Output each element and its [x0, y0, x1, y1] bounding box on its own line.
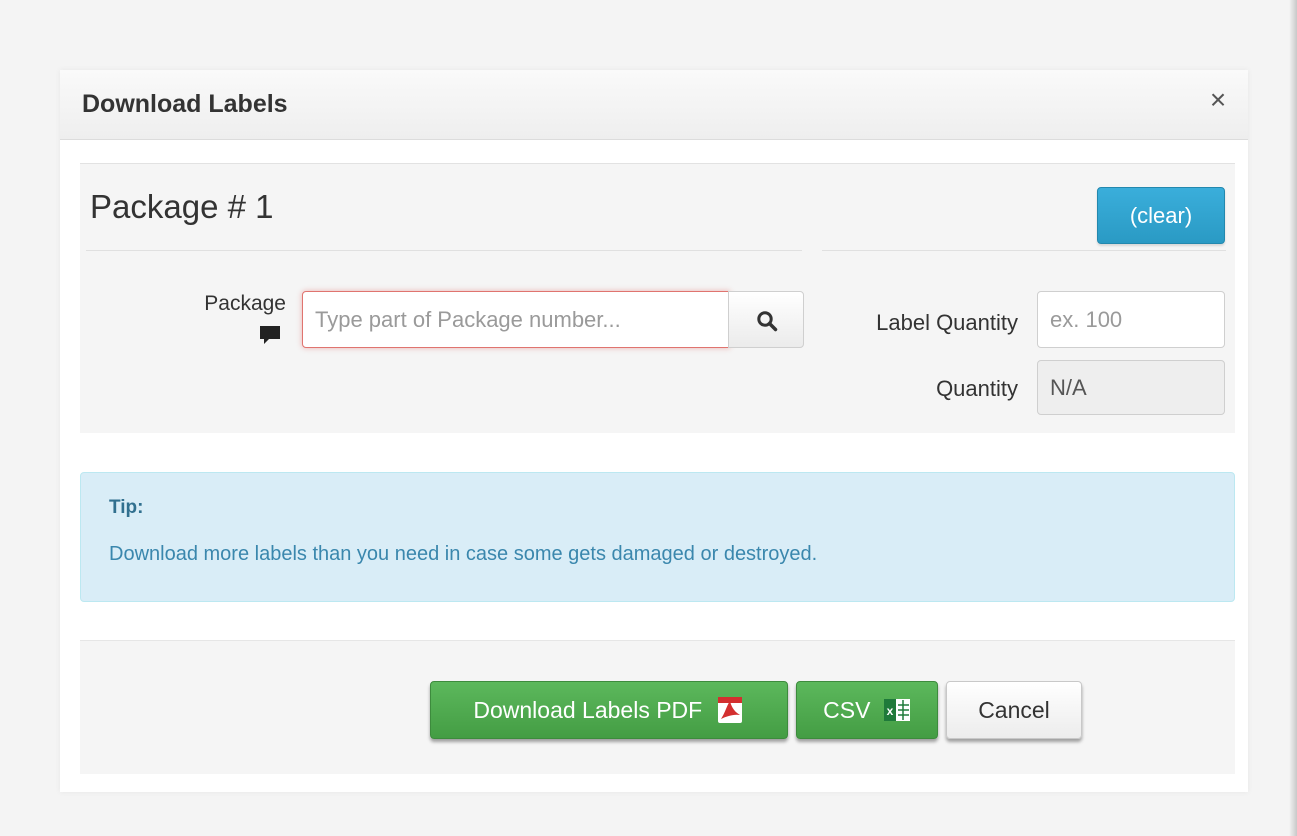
package-panel: Package # 1 (clear) Package Label Quanti… [80, 163, 1235, 433]
cancel-button[interactable]: Cancel [946, 681, 1082, 739]
window-edge-shadow [1289, 0, 1297, 836]
tip-alert: Tip: Download more labels than you need … [80, 472, 1235, 602]
label-quantity-input[interactable] [1037, 291, 1225, 348]
modal-header: Download Labels × [60, 70, 1248, 140]
package-search-input[interactable] [302, 291, 730, 348]
divider [86, 250, 802, 251]
quantity-label: Quantity [936, 376, 1018, 401]
download-pdf-label: Download Labels PDF [473, 697, 703, 723]
download-pdf-button[interactable]: Download Labels PDF [430, 681, 788, 739]
tip-title: Tip: [109, 497, 144, 518]
quantity-readonly-field: N/A [1037, 360, 1225, 415]
download-labels-modal: Download Labels × Package # 1 (clear) Pa… [60, 70, 1248, 792]
svg-text:x: x [887, 704, 894, 718]
tip-text: Download more labels than you need in ca… [109, 543, 818, 565]
search-button[interactable] [728, 291, 804, 348]
clear-button[interactable]: (clear) [1097, 187, 1225, 244]
pdf-icon [717, 696, 742, 723]
modal-footer: Download Labels PDF CSV x Cancel [80, 640, 1235, 774]
divider [822, 250, 1226, 251]
package-heading: Package # 1 [90, 188, 274, 225]
comment-icon[interactable] [258, 324, 282, 346]
search-icon [757, 311, 778, 332]
excel-icon: x [883, 698, 910, 721]
close-button[interactable]: × [1202, 84, 1234, 118]
download-csv-label: CSV [823, 697, 871, 723]
label-quantity-label: Label Quantity [876, 310, 1018, 335]
download-csv-button[interactable]: CSV x [796, 681, 938, 739]
modal-title: Download Labels [82, 90, 288, 118]
package-label: Package [204, 292, 286, 315]
